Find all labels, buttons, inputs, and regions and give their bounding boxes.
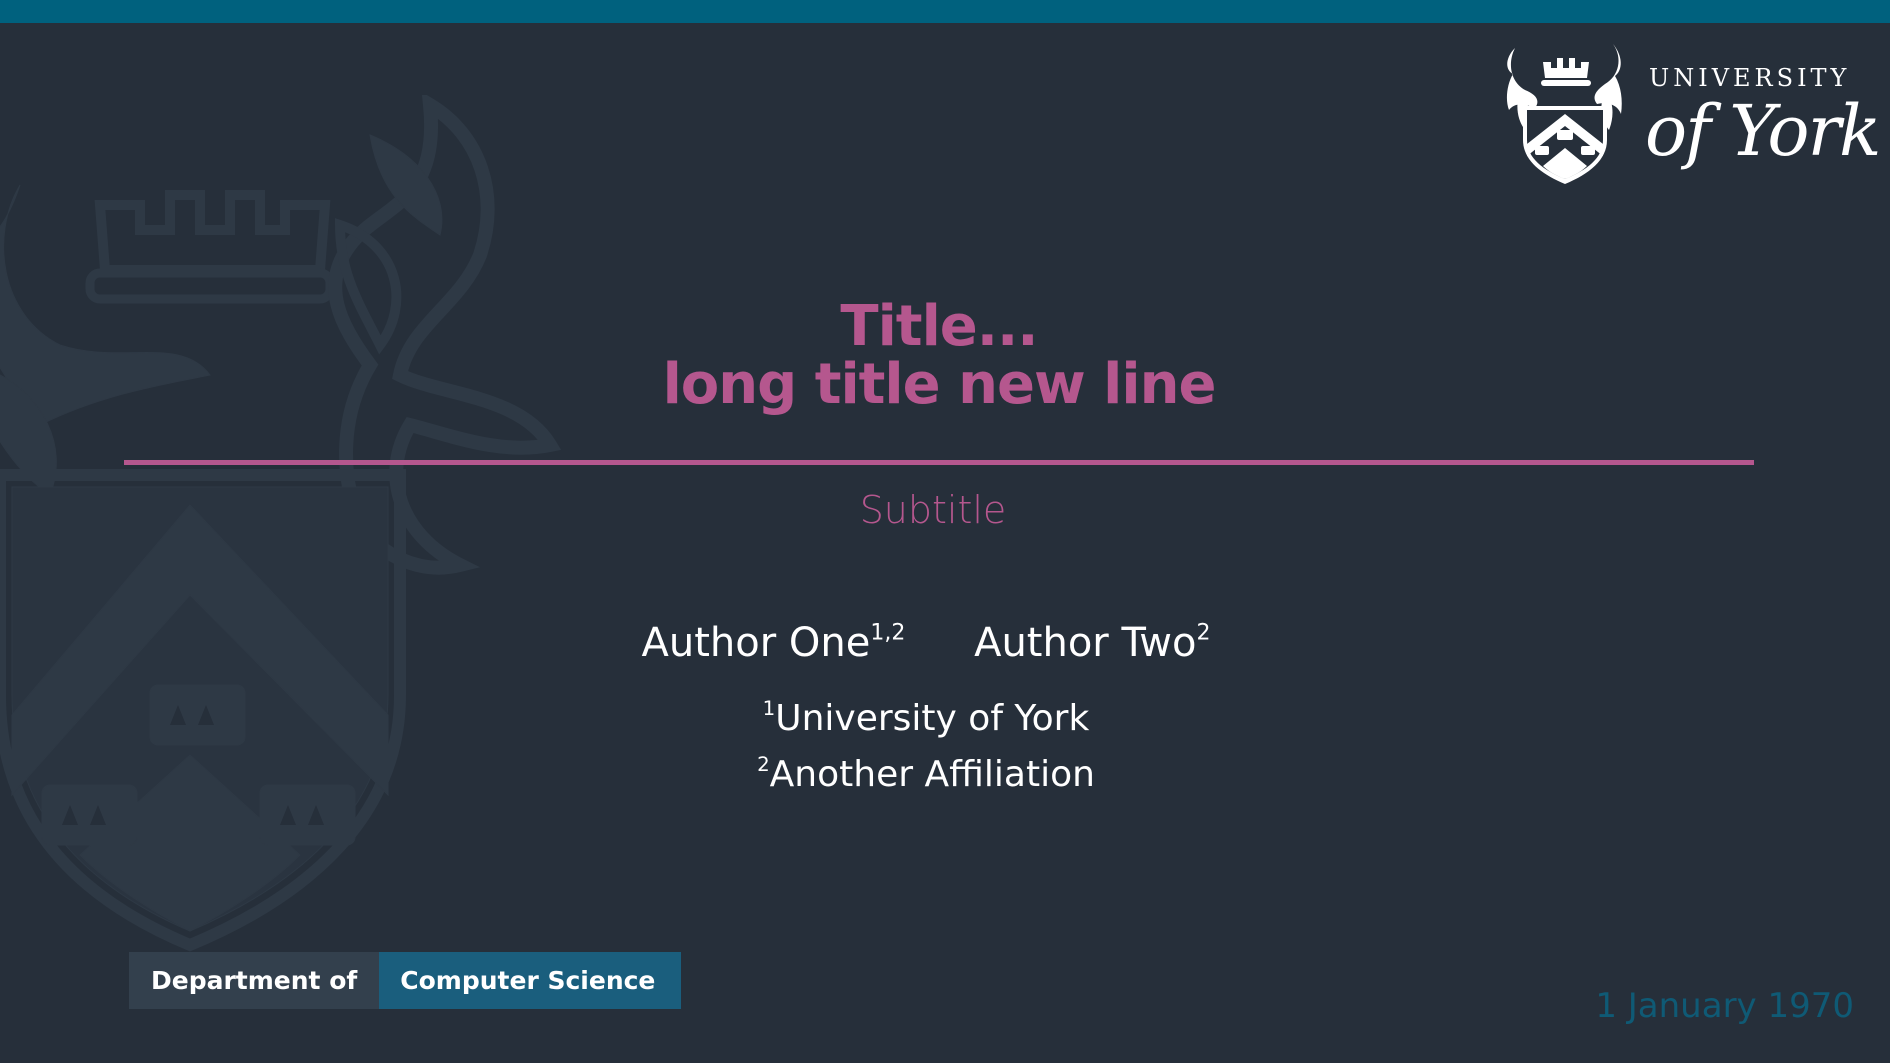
author-affiliation-marks: 2	[1196, 620, 1211, 646]
affiliation-mark: 1	[762, 697, 776, 721]
top-accent-bar	[0, 0, 1890, 23]
title-line-2: long title new line	[662, 352, 1217, 417]
author-one: Author One1,2	[642, 620, 906, 666]
affiliation-name: Another Affiliation	[769, 754, 1095, 795]
logo-university-text: UNIVERSITY	[1649, 64, 1851, 92]
title-block: Title... long title new line	[0, 298, 1878, 414]
author-name: Author Two	[974, 620, 1197, 666]
affiliation-mark: 2	[757, 753, 770, 777]
department-name: Computer Science	[379, 952, 682, 1009]
affiliation-1: 1University of York	[0, 698, 1852, 739]
author-two: Author Two2	[974, 620, 1210, 666]
presentation-date: 1 January 1970	[1595, 986, 1854, 1026]
author-list: Author One1,2 Author Two2	[0, 620, 1852, 666]
university-crest-icon	[1506, 44, 1622, 184]
university-logo: UNIVERSITY of York	[1505, 44, 1881, 184]
author-name: Author One	[641, 620, 871, 666]
title-line-1: Title...	[840, 294, 1038, 359]
department-prefix: Department of	[129, 952, 380, 1009]
author-affiliation-marks: 1,2	[870, 620, 906, 646]
department-badge: Department of Computer Science	[129, 952, 682, 1009]
crest-watermark-icon	[0, 95, 562, 952]
affiliation-2: 2Another Affiliation	[0, 754, 1852, 795]
logo-of-york-text: of York	[1645, 90, 1881, 172]
subtitle: Subtitle	[859, 488, 1007, 532]
affiliation-name: University of York	[775, 698, 1090, 739]
title-divider	[124, 460, 1754, 465]
